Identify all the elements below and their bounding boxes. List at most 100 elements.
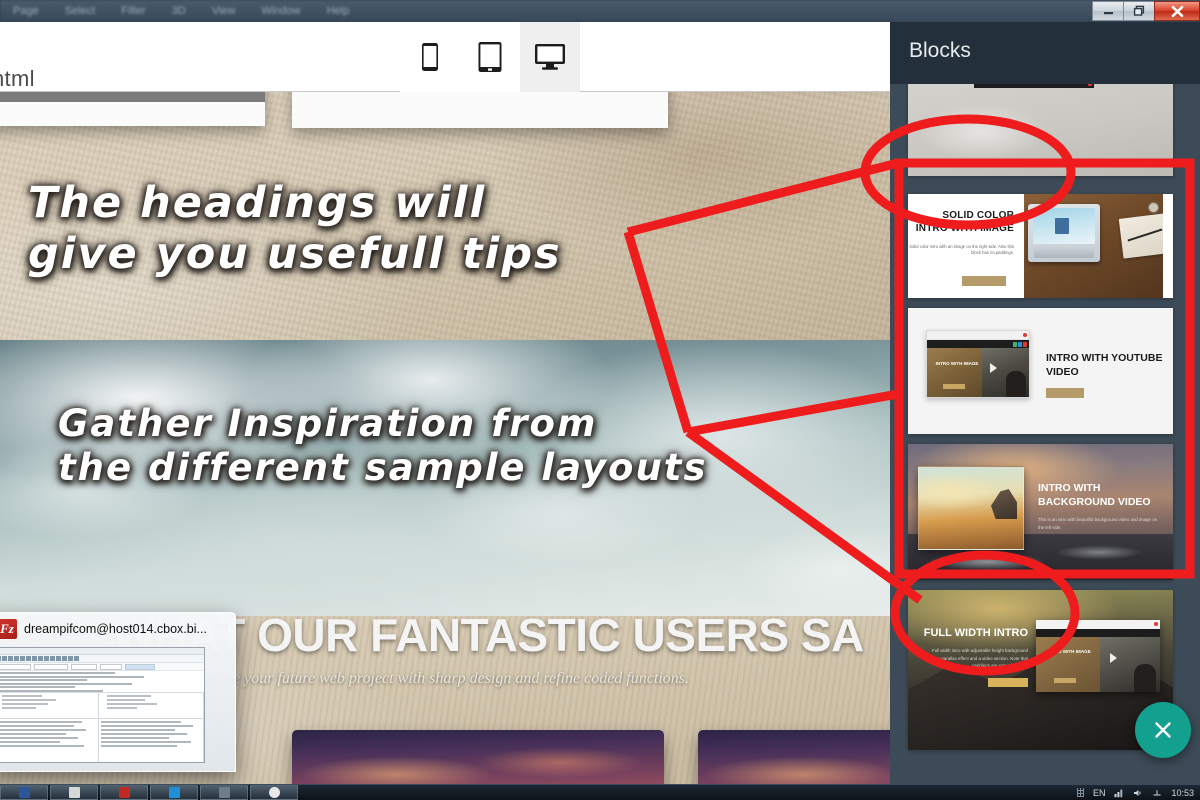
window-menu-bar[interactable]: Page Select Filter 3D View Window Help <box>0 0 1200 22</box>
gallery-card[interactable] <box>698 730 890 784</box>
mobile-icon <box>422 43 438 71</box>
minimize-button[interactable] <box>1092 1 1123 21</box>
device-button-tablet[interactable] <box>460 22 520 92</box>
restore-icon <box>1133 5 1144 16</box>
opera-icon <box>268 787 280 798</box>
language-indicator[interactable]: EN <box>1093 788 1106 798</box>
sand-background-section <box>0 92 890 340</box>
photoshop-icon <box>168 787 180 798</box>
block-cta-button <box>962 276 1006 286</box>
fz-message-log <box>0 671 204 693</box>
block-text-side: SOLID COLOR INTRO WITH IMAGE Solid color… <box>908 194 1024 298</box>
device-preview-switcher[interactable] <box>400 22 580 92</box>
minimize-icon <box>1103 12 1113 15</box>
block-title: INTRO WITH BACKGROUND VIDEO <box>1038 482 1151 508</box>
site-brand-label: BIRISE <box>11 92 84 95</box>
mobirise-icon <box>218 787 230 798</box>
filezilla-icon <box>118 787 130 798</box>
taskbar-item-opera[interactable] <box>250 785 298 800</box>
browser-nav-dots <box>1013 341 1027 347</box>
taskbar-window-preview[interactable]: Fz dreampifcom@host014.cbox.bi... <box>0 612 236 772</box>
clock[interactable]: 10:53 <box>1171 788 1194 798</box>
play-icon <box>990 363 998 373</box>
menu-item-filter[interactable]: Filter <box>108 5 158 17</box>
rock-shape <box>991 489 1017 519</box>
block-title: FULL WIDTH INTRO <box>923 627 1028 639</box>
browser-chrome-bar <box>927 331 1029 340</box>
hero-text: INTRO WITH IMAGE <box>1047 649 1091 654</box>
volume-icon[interactable] <box>1133 788 1143 798</box>
fz-menu-bar <box>0 648 204 655</box>
close-icon <box>1155 722 1171 738</box>
menu-item-select[interactable]: Select <box>52 5 109 17</box>
block-cta-button <box>988 677 1028 687</box>
block-title: SOLID COLOR INTRO WITH IMAGE <box>915 210 1014 234</box>
block-title: INTRO WITH YOUTUBE VIDEO <box>1046 352 1163 378</box>
close-icon <box>1171 5 1183 17</box>
fz-remote-list <box>99 719 203 762</box>
tray-expander-icon[interactable] <box>1076 788 1084 797</box>
device-button-desktop[interactable] <box>520 22 580 92</box>
document-filename: html <box>0 66 35 91</box>
blocks-panel-header: Blocks <box>890 22 1200 84</box>
cloud-sea-background-section <box>0 340 890 616</box>
taskbar-item-mobirise[interactable] <box>200 785 248 800</box>
block-card-solid-color-intro-with-image[interactable]: SOLID COLOR INTRO WITH IMAGE Solid color… <box>908 194 1173 298</box>
filezilla-icon: Fz <box>0 619 17 639</box>
fz-remote-pane <box>99 693 204 762</box>
fz-local-list <box>0 719 98 762</box>
block-description: This is an intro with beautiful backgrou… <box>1038 517 1158 530</box>
taskbar-item-photoshop[interactable] <box>150 785 198 800</box>
device-button-mobile[interactable] <box>400 22 460 92</box>
blocks-panel[interactable]: Blocks SOLID COLOR INTRO WITH IMAGE Soli… <box>890 22 1200 784</box>
block-card-intro-with-background-video[interactable]: INTRO WITH BACKGROUND VIDEO This is an i… <box>908 444 1173 580</box>
testimonial-card-header: BIRISE <box>0 92 265 102</box>
block-card-intro-with-youtube-video[interactable]: INTRO WITH IMAGE INTRO WITH YOUTUBE VIDE… <box>908 308 1173 434</box>
fz-quickconnect-bar <box>0 663 204 671</box>
menu-item-view[interactable]: View <box>199 5 249 17</box>
menu-item-3d[interactable]: 3D <box>159 5 199 17</box>
testimonial-card-left[interactable]: BIRISE <box>0 92 265 126</box>
close-blocks-panel-button[interactable] <box>1135 702 1191 758</box>
browser-hero: INTRO WITH IMAGE <box>927 348 1029 397</box>
action-center-icon[interactable] <box>1152 788 1162 798</box>
restore-button[interactable] <box>1123 1 1154 21</box>
block-label: FULL WIDTH INTRO Full width intro with a… <box>920 626 1028 692</box>
hero-cta-button <box>943 384 965 389</box>
menu-item-help[interactable]: Help <box>314 5 363 17</box>
fz-icon-toolbar <box>0 655 204 663</box>
browser-nav-bar <box>927 340 1029 348</box>
block-thumbnail <box>908 84 1173 176</box>
network-icon[interactable] <box>1114 788 1124 798</box>
gallery-card[interactable] <box>292 730 664 784</box>
fz-remote-tree <box>99 693 203 719</box>
fz-file-panes <box>0 693 204 762</box>
word-icon <box>18 787 30 798</box>
explorer-icon <box>68 787 80 798</box>
preview-header: Fz dreampifcom@host014.cbox.bi... <box>0 613 235 645</box>
block-card[interactable] <box>908 84 1173 176</box>
close-button[interactable] <box>1154 1 1200 21</box>
testimonial-card-center[interactable]: design world." <box>292 92 668 128</box>
fz-local-tree <box>0 693 98 719</box>
hero-left-panel: INTRO WITH IMAGE <box>927 348 983 397</box>
block-card-full-width-intro[interactable]: FULL WIDTH INTRO Full width intro with a… <box>908 590 1173 750</box>
taskbar-item-word[interactable] <box>0 785 48 800</box>
tablet-icon <box>478 42 502 72</box>
browser-hero: INTRO WITH IMAGE <box>1036 637 1160 692</box>
browser-mockup: INTRO WITH IMAGE <box>926 330 1030 398</box>
blocks-panel-body[interactable]: SOLID COLOR INTRO WITH IMAGE Solid color… <box>890 84 1200 784</box>
menu-item-page[interactable]: Page <box>0 5 52 17</box>
system-tray[interactable]: EN 10:53 <box>1076 788 1200 798</box>
browser-nav-bar <box>1036 629 1160 637</box>
taskbar-item-filezilla[interactable] <box>100 785 148 800</box>
play-icon <box>1110 653 1118 663</box>
block-label: INTRO WITH BACKGROUND VIDEO This is an i… <box>1038 482 1160 531</box>
taskbar-item-explorer[interactable] <box>50 785 98 800</box>
preview-thumbnail[interactable] <box>0 647 205 763</box>
hero-right-photo <box>982 348 1029 397</box>
block-edge-strip <box>1163 194 1173 298</box>
menu-item-window[interactable]: Window <box>248 5 313 17</box>
windows-taskbar[interactable]: EN 10:53 <box>0 784 1200 800</box>
window-controls[interactable] <box>1092 0 1200 22</box>
